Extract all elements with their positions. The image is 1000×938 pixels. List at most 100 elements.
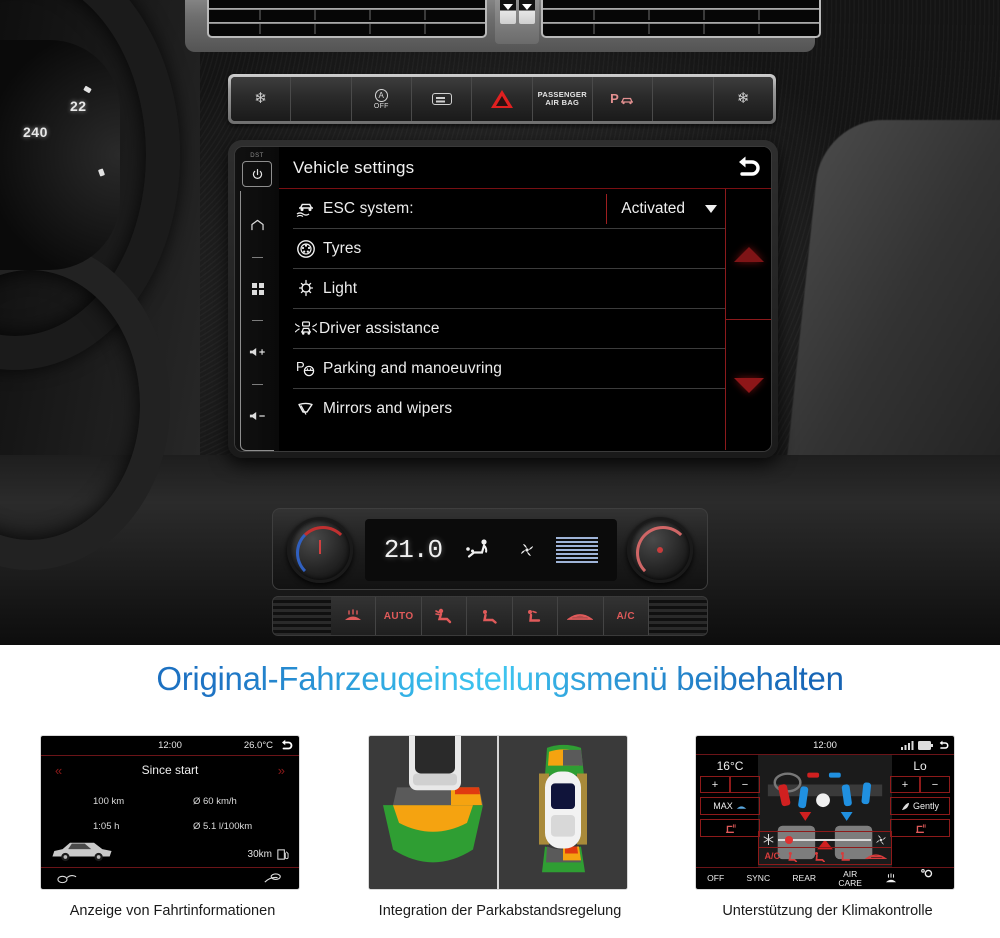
button-seat-heating-right[interactable]: ❄: [713, 77, 773, 121]
back-button[interactable]: [733, 155, 763, 181]
button-park-distance-control[interactable]: P: [592, 77, 654, 121]
trip-stat-avg-speed: Ø 60 km/h: [193, 796, 237, 807]
climate-ac-button[interactable]: A/C: [759, 851, 785, 861]
climate-right-plus[interactable]: +: [890, 776, 920, 793]
climate-fan-slider[interactable]: [758, 831, 892, 848]
battery-icon: [918, 740, 933, 750]
airflow-face-icon: [788, 851, 798, 862]
climate-right-seat-heat-button[interactable]: [890, 819, 950, 837]
auto-start-stop-icon: A: [374, 88, 388, 102]
home-icon: [251, 220, 264, 231]
climate-mode-windscreen[interactable]: [864, 851, 891, 861]
driver-assistance-car-icon: [293, 318, 319, 340]
menu-item-label: Mirrors and wipers: [323, 400, 453, 417]
climate-left-seat-heat-button[interactable]: [700, 819, 760, 837]
vent-slider-group[interactable]: [495, 0, 539, 44]
climate-rear-button[interactable]: REAR: [792, 874, 816, 883]
start-stop-off-label: OFF: [373, 102, 389, 110]
back-arrow-icon[interactable]: [937, 740, 950, 751]
esc-system-value-control[interactable]: Activated: [606, 193, 717, 224]
settings-menu-list: ESC system: Activated Tyres Light Driver…: [279, 189, 725, 450]
volume-up-button[interactable]: [243, 339, 273, 365]
climate-time: 12:00: [813, 739, 837, 751]
temperature-knob-left[interactable]: [287, 517, 353, 583]
climate-button-front-defrost[interactable]: [331, 597, 377, 635]
menu-item-label: Light: [323, 279, 358, 297]
climate-mode-face-feet[interactable]: [838, 851, 864, 862]
climate-button-airflow-face-feet[interactable]: [512, 597, 559, 635]
climate-right-minus[interactable]: −: [920, 776, 950, 793]
fan-knob-right[interactable]: [627, 517, 693, 583]
eco-driving-icon: [264, 873, 281, 883]
button-hazard-lights[interactable]: [472, 77, 533, 121]
climate-gently-button[interactable]: Gently: [890, 797, 950, 815]
menu-item-light[interactable]: Light: [293, 269, 725, 309]
fan-icon: [876, 834, 886, 845]
esc-skid-car-icon: [293, 198, 319, 220]
menu-button[interactable]: [243, 276, 273, 302]
parking-rear-view-pane: [368, 736, 497, 889]
button-blank-2[interactable]: [653, 77, 714, 121]
feather-icon: [901, 802, 910, 810]
climate-left-plus[interactable]: +: [700, 776, 730, 793]
physical-button-strip: ❄ A OFF PASSENGER AIR BAG P ❄: [228, 74, 776, 124]
gear-icon: [920, 869, 932, 878]
power-button[interactable]: [242, 161, 272, 187]
airflow-face-feet-icon: [841, 851, 851, 861]
parking-rear-graphic: [368, 736, 497, 889]
button-rear-defog[interactable]: [411, 77, 473, 121]
climate-button-airflow-feet[interactable]: [467, 597, 513, 635]
menu-item-parking-manoeuvring[interactable]: P Parking and manoeuvring: [293, 349, 725, 389]
button-blank-1[interactable]: [291, 77, 352, 121]
volume-down-button[interactable]: [243, 403, 273, 429]
vent-slider-2[interactable]: [519, 0, 535, 24]
airflow-seat-icon: [465, 539, 487, 558]
climate-button-ac[interactable]: A/C: [603, 597, 649, 635]
climate-left-minus[interactable]: −: [730, 776, 760, 793]
chevron-down-icon[interactable]: [705, 204, 717, 213]
climate-mode-face[interactable]: [785, 851, 811, 862]
trip-computer-screen: 12:00 26.0°C Since start « » 100 km Ø 60…: [40, 735, 300, 890]
climate-air-care-button[interactable]: AIR CARE: [838, 870, 862, 887]
climate-button-airflow-face[interactable]: [421, 597, 468, 635]
rear-window-defog-icon: [431, 93, 452, 105]
climate-max-button[interactable]: MAX: [700, 797, 760, 815]
menu-item-driver-assistance[interactable]: Driver assistance: [293, 309, 725, 349]
climate-defrost-button[interactable]: [884, 865, 898, 890]
signal-bars-icon: [901, 740, 914, 750]
trip-footer-right-icon[interactable]: [263, 872, 283, 885]
climate-left-temp: 16°C: [716, 759, 744, 773]
seat-heat-icon: ❄: [254, 90, 268, 108]
car-side-silhouette-icon: [52, 842, 112, 862]
head-unit-screen: Vehicle settings ESC system: Activated T…: [279, 147, 771, 451]
scroll-up-button[interactable]: [726, 189, 771, 319]
trip-footer-left-icon[interactable]: [57, 873, 77, 885]
page-title: Vehicle settings: [293, 157, 415, 177]
button-passenger-airbag[interactable]: PASSENGER AIR BAG: [532, 77, 593, 121]
snowflake-icon: [763, 834, 774, 845]
climate-mode-feet[interactable]: [812, 851, 838, 862]
park-assist-car-icon: [621, 97, 634, 104]
button-seat-heating-left[interactable]: ❄: [231, 77, 292, 121]
trip-prev-button[interactable]: «: [55, 763, 62, 778]
scroll-down-button[interactable]: [726, 319, 771, 450]
climate-button-row: AUTO A/C: [272, 596, 708, 636]
home-button[interactable]: [243, 212, 273, 238]
climate-button-auto[interactable]: AUTO: [376, 597, 422, 635]
trip-title: Since start: [141, 763, 199, 777]
menu-item-tyres[interactable]: Tyres: [293, 229, 725, 269]
instrument-cluster: 22 240: [0, 40, 120, 270]
menu-item-label: Parking and manoeuvring: [323, 359, 502, 377]
vent-slider-1[interactable]: [500, 0, 516, 24]
menu-item-esc-system[interactable]: ESC system: Activated: [293, 189, 725, 229]
trip-back-button[interactable]: [279, 739, 294, 752]
trip-next-button[interactable]: »: [278, 763, 285, 778]
trip-stat-distance: 100 km: [93, 796, 125, 807]
climate-off-button[interactable]: OFF: [707, 874, 724, 883]
button-start-stop-off[interactable]: A OFF: [351, 77, 412, 121]
climate-sync-button[interactable]: SYNC: [746, 874, 770, 883]
climate-button-rear-defog[interactable]: [558, 597, 604, 635]
climate-max-label: MAX: [713, 801, 733, 811]
menu-item-mirrors-wipers[interactable]: Mirrors and wipers: [293, 389, 725, 429]
windscreen-defrost-icon: [864, 854, 887, 859]
